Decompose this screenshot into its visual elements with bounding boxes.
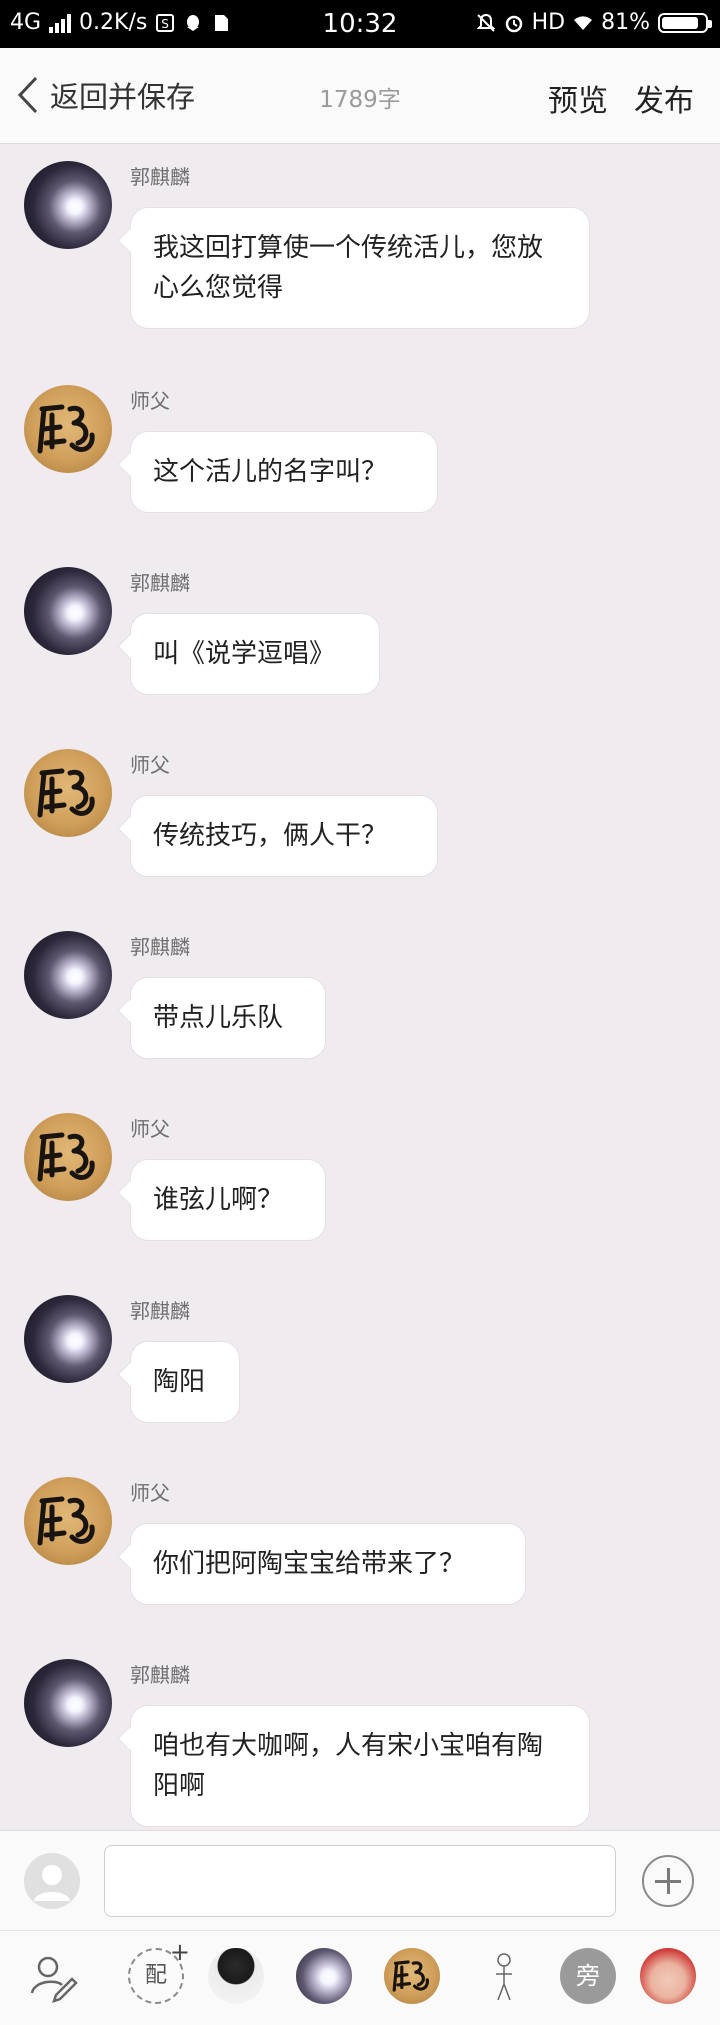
publish-button[interactable]: 发布 (634, 76, 694, 120)
current-speaker-avatar[interactable] (24, 1853, 80, 1909)
message-bubble[interactable]: 谁弦儿啊？ (130, 1159, 326, 1241)
message-bubble[interactable]: 这个活儿的名字叫？ (130, 431, 438, 513)
narrator-role-button[interactable]: 旁 (560, 1948, 616, 2004)
speaker-name: 郭麒麟 (130, 1663, 190, 1687)
calligraphy-logo-icon (37, 404, 95, 454)
alarm-icon (505, 15, 522, 32)
message-bubble[interactable]: 你们把阿陶宝宝给带来了？ (130, 1523, 526, 1605)
battery-percent: 81% (601, 10, 650, 35)
speaker-name: 郭麒麟 (130, 1299, 190, 1323)
avatar-shifu[interactable] (24, 1113, 112, 1201)
avatar-guo[interactable] (24, 1295, 112, 1383)
input-bar (0, 1830, 720, 1930)
speaker-name: 郭麒麟 (130, 165, 190, 189)
editor-header: 返回并保存 1789字 预览 发布 (0, 48, 720, 144)
add-role-label: 配 (144, 1963, 167, 1988)
avatar-guo[interactable] (24, 567, 112, 655)
calligraphy-logo-icon (392, 1960, 429, 1992)
battery-icon (658, 12, 712, 33)
message-bubble[interactable]: 叫《说学逗唱》 (130, 613, 380, 695)
avatar-shifu[interactable] (24, 749, 112, 837)
mute-bell-icon (476, 13, 496, 32)
status-bar: 4G 0.2K/s S 10:32 HD 81% (0, 0, 720, 48)
preview-button[interactable]: 预览 (548, 76, 608, 120)
role-avatar[interactable] (640, 1948, 696, 2004)
message-bubble[interactable]: 传统技巧，俩人干？ (130, 795, 438, 877)
calligraphy-logo-icon (37, 1132, 95, 1182)
speaker-name: 郭麒麟 (130, 935, 190, 959)
message-input[interactable] (104, 1845, 616, 1917)
hd-label: HD (531, 10, 566, 35)
role-avatar-shifu[interactable] (384, 1948, 440, 2004)
avatar-guo[interactable] (24, 1659, 112, 1747)
chat-list[interactable]: 郭麒麟 我这回打算使一个传统活儿，您放心么您觉得 师父 这个活儿的名字叫？ 郭麒… (0, 145, 720, 1830)
avatar-guo[interactable] (24, 931, 112, 1019)
avatar-shifu[interactable] (24, 1477, 112, 1565)
message-bubble[interactable]: 我这回打算使一个传统活儿，您放心么您觉得 (130, 207, 590, 329)
avatar-shifu[interactable] (24, 385, 112, 473)
wifi-icon (574, 15, 593, 30)
message-bubble[interactable]: 带点儿乐队 (130, 977, 326, 1059)
speaker-name: 郭麒麟 (130, 571, 190, 595)
calligraphy-logo-icon (37, 1496, 95, 1546)
word-count: 1789字 (319, 87, 401, 113)
default-user-icon (34, 1865, 70, 1901)
sketch-figure-icon (496, 1953, 512, 2001)
role-avatar-guo[interactable] (296, 1948, 352, 2004)
plus-icon: + (169, 1938, 190, 1966)
speaker-name: 师父 (130, 753, 170, 777)
message-bubble[interactable]: 咱也有大咖啊，人有宋小宝咱有陶阳啊 (130, 1705, 590, 1827)
speaker-name: 师父 (130, 1481, 170, 1505)
speaker-name: 师父 (130, 1117, 170, 1141)
message-bubble[interactable]: 陶阳 (130, 1341, 240, 1423)
calligraphy-logo-icon (37, 768, 95, 818)
edit-roles-icon[interactable] (26, 1949, 82, 2005)
add-role-button[interactable]: 配 + (128, 1940, 190, 2004)
role-avatar[interactable] (476, 1948, 532, 2004)
speaker-name: 师父 (130, 389, 170, 413)
add-button[interactable] (642, 1855, 694, 1907)
role-bar: 配 + 旁 (0, 1930, 720, 2025)
avatar-guo[interactable] (24, 161, 112, 249)
role-avatar[interactable] (208, 1948, 264, 2004)
